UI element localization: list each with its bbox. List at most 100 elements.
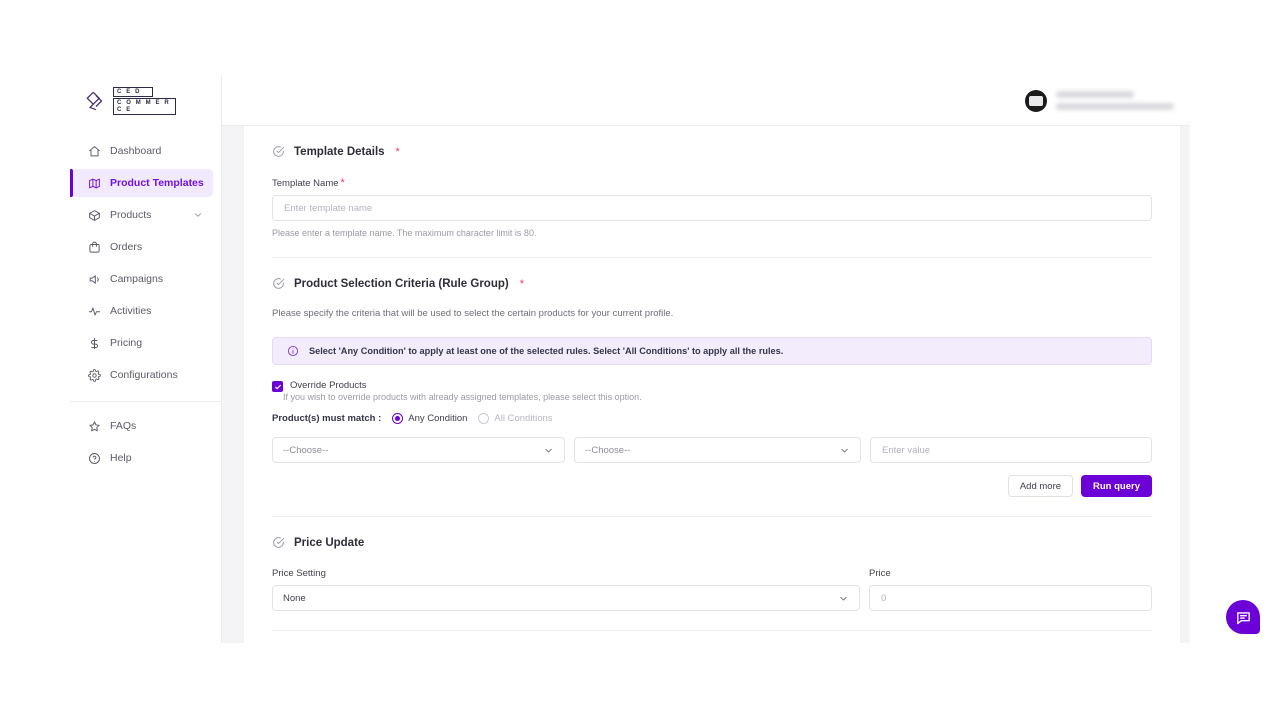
- bag-icon: [88, 241, 101, 254]
- sidebar-item-label: FAQs: [110, 420, 137, 432]
- brand-line-ced: C E D: [113, 86, 153, 97]
- template-name-placeholder: Enter template name: [284, 202, 373, 214]
- match-condition-row: Product(s) must match : Any Condition Al…: [272, 413, 1152, 424]
- radio-any-condition-label: Any Condition: [408, 413, 468, 424]
- box-icon: [88, 209, 101, 222]
- override-products-label: Override Products: [290, 380, 367, 391]
- question-circle-icon: [88, 452, 101, 465]
- main-area: Template Details * Template Name * Enter …: [222, 76, 1190, 643]
- section-header: Product Selection Criteria (Rule Group) …: [272, 277, 1152, 290]
- gear-icon: [88, 368, 101, 382]
- sidebar-item-product-templates[interactable]: Product Templates: [70, 169, 213, 197]
- sidebar-item-activities[interactable]: Activities: [70, 297, 213, 325]
- chevron-down-icon: [545, 448, 552, 453]
- sidebar-item-orders[interactable]: Orders: [70, 233, 213, 261]
- check-circle-icon: [273, 278, 285, 289]
- form-actions: Next: [272, 630, 1152, 643]
- sidebar-item-label: Configurations: [110, 369, 178, 381]
- ced-commerce-logo-icon: [86, 91, 103, 110]
- radio-any-condition-input[interactable]: [392, 413, 404, 424]
- section-rule-group: Product Selection Criteria (Rule Group) …: [272, 258, 1152, 517]
- check-circle-icon: [273, 537, 285, 548]
- required-marker: *: [395, 145, 400, 158]
- chevron-down-icon: [841, 448, 848, 453]
- radio-all-conditions-input[interactable]: [478, 413, 490, 424]
- sidebar-item-label: Products: [110, 209, 152, 221]
- content-scroll-area: Template Details * Template Name * Enter …: [222, 126, 1190, 643]
- application-window: C E D C O M M E R C E Dashboard Product …: [70, 76, 1190, 643]
- price-input[interactable]: 0: [869, 585, 1152, 611]
- sidebar: C E D C O M M E R C E Dashboard Product …: [70, 76, 222, 643]
- brand-wordmark: C E D C O M M E R C E: [113, 86, 176, 115]
- brand-line-commerce: C O M M E R C E: [113, 97, 176, 115]
- rule-value-placeholder: Enter value: [882, 444, 931, 456]
- rule-operator-value: --Choose--: [585, 444, 631, 456]
- price-value-field: Price 0: [869, 549, 1152, 611]
- sidebar-item-dashboard[interactable]: Dashboard: [70, 137, 213, 165]
- template-name-input[interactable]: Enter template name: [272, 195, 1152, 221]
- sidebar-item-label: Pricing: [110, 337, 143, 349]
- account-menu[interactable]: [1025, 89, 1174, 112]
- info-banner: Select 'Any Condition' to apply at least…: [272, 337, 1152, 365]
- chevron-down-icon: [840, 596, 847, 601]
- radio-all-conditions[interactable]: All Conditions: [478, 413, 553, 424]
- rule-attribute-select[interactable]: --Choose--: [272, 437, 565, 463]
- activity-pulse-icon: [88, 305, 101, 318]
- section-header: Price Update: [272, 536, 1152, 549]
- price-setting-select[interactable]: None: [272, 585, 860, 611]
- rule-value-input[interactable]: Enter value: [870, 437, 1152, 463]
- rule-row: --Choose-- --Choose-- Enter value: [272, 437, 1152, 463]
- check-circle-icon: [273, 146, 285, 157]
- primary-nav: Dashboard Product Templates Products Ord…: [70, 125, 221, 474]
- home-icon: [88, 145, 101, 158]
- top-bar: [222, 76, 1190, 126]
- template-name-hint: Please enter a template name. The maximu…: [272, 228, 537, 238]
- account-name-redacted: [1056, 91, 1134, 98]
- price-placeholder: 0: [881, 592, 887, 604]
- sidebar-item-configurations[interactable]: Configurations: [70, 361, 213, 389]
- sidebar-divider: [70, 401, 221, 402]
- price-label: Price: [869, 568, 891, 579]
- rule-attribute-value: --Choose--: [283, 444, 329, 456]
- info-banner-text: Select 'Any Condition' to apply at least…: [309, 346, 784, 356]
- screen: C E D C O M M E R C E Dashboard Product …: [0, 0, 1280, 720]
- form-card: Template Details * Template Name * Enter …: [244, 126, 1180, 643]
- account-text-redacted: [1056, 91, 1174, 110]
- template-name-label: Template Name *: [272, 177, 1152, 189]
- radio-any-condition[interactable]: Any Condition: [392, 413, 467, 424]
- match-label: Product(s) must match :: [272, 413, 382, 424]
- chevron-down-icon[interactable]: [193, 210, 203, 220]
- section-template-details: Template Details * Template Name * Enter …: [272, 126, 1152, 258]
- sidebar-item-label: Dashboard: [110, 145, 162, 157]
- sidebar-item-label: Help: [110, 452, 132, 464]
- chat-support-button[interactable]: [1226, 600, 1260, 634]
- avatar[interactable]: [1025, 89, 1047, 112]
- price-setting-value: None: [283, 592, 306, 604]
- sidebar-item-campaigns[interactable]: Campaigns: [70, 265, 213, 293]
- override-products-text: Override Products: [290, 380, 367, 391]
- add-more-button[interactable]: Add more: [1007, 475, 1074, 497]
- override-products-checkbox[interactable]: [272, 381, 283, 392]
- sidebar-item-label: Campaigns: [110, 273, 164, 285]
- sidebar-item-label: Activities: [110, 305, 152, 317]
- sidebar-item-faqs[interactable]: FAQs: [70, 412, 213, 440]
- rule-operator-select[interactable]: --Choose--: [574, 437, 861, 463]
- sidebar-item-pricing[interactable]: Pricing: [70, 329, 213, 357]
- megaphone-icon: [88, 273, 101, 286]
- checkmark-icon: [274, 384, 281, 389]
- price-setting-field: Price Setting None: [272, 549, 860, 611]
- sidebar-item-products[interactable]: Products: [70, 201, 213, 229]
- sidebar-item-label: Orders: [110, 241, 143, 253]
- dollar-icon: [88, 337, 101, 350]
- run-query-button[interactable]: Run query: [1081, 475, 1152, 497]
- sidebar-item-help[interactable]: Help: [70, 444, 213, 472]
- override-products-row[interactable]: Override Products: [272, 380, 1152, 392]
- price-fields-row: Price Setting None Price 0: [272, 549, 1152, 611]
- brand-logo[interactable]: C E D C O M M E R C E: [70, 76, 221, 125]
- section-title: Product Selection Criteria (Rule Group): [294, 277, 509, 290]
- star-icon: [88, 420, 101, 433]
- rule-group-description: Please specify the criteria that will be…: [272, 308, 674, 319]
- section-title: Price Update: [294, 536, 365, 549]
- radio-all-conditions-label: All Conditions: [494, 413, 553, 424]
- sidebar-item-label: Product Templates: [110, 177, 204, 189]
